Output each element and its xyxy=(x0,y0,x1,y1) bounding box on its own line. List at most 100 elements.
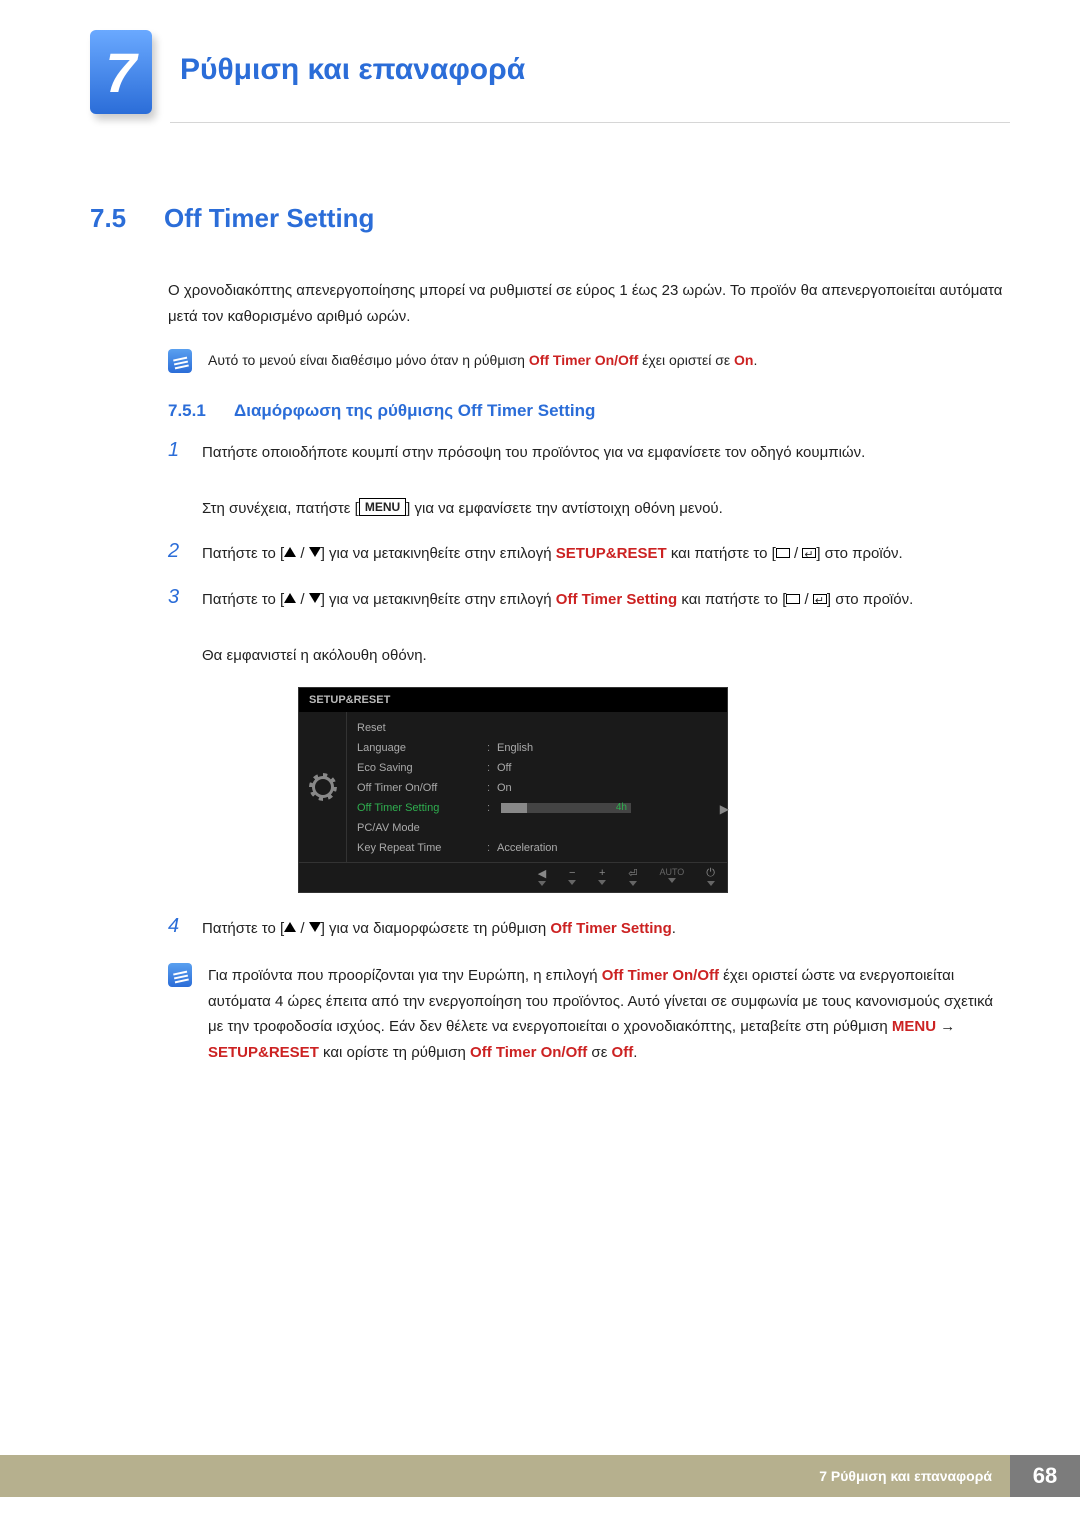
page-header: 7 Ρύθμιση και επαναφορά xyxy=(90,30,1010,118)
footer-page-number: 68 xyxy=(1010,1455,1080,1497)
menu-button-icon: MENU xyxy=(359,498,406,516)
up-icon xyxy=(284,547,296,557)
step-2-kw: SETUP&RESET xyxy=(556,545,667,562)
step-1-body: Πατήστε οποιοδήποτε κουμπί στην πρόσοψη … xyxy=(202,439,865,522)
osd-footer-plus-icon: + xyxy=(598,867,606,886)
osd-language-value: English xyxy=(497,742,533,754)
steps-list-2: 4 Πατήστε το [ / ] για να διαμορφώσετε τ… xyxy=(168,915,1010,943)
osd-language-label: Language xyxy=(357,742,487,754)
step-2-body: Πατήστε το [ / ] για να μετακινηθείτε στ… xyxy=(202,540,903,568)
step-3-body: Πατήστε το [ / ] για να μετακινηθείτε στ… xyxy=(202,586,913,669)
note1-kw2: On xyxy=(734,352,753,368)
step-1-num: 1 xyxy=(168,439,186,522)
steps-list: 1 Πατήστε οποιοδήποτε κουμπί στην πρόσοψ… xyxy=(168,439,1010,669)
note1-post: . xyxy=(753,352,757,368)
note2-kw4: Off Timer On/Off xyxy=(470,1044,587,1061)
subsection-heading: 7.5.1 Διαμόρφωση της ρύθμισης Off Timer … xyxy=(168,401,1010,421)
enter-icon xyxy=(802,548,816,558)
step-2-a: Πατήστε το [ xyxy=(202,545,284,562)
osd-row-language: Language:English xyxy=(357,738,717,758)
step-3-kw: Off Timer Setting xyxy=(556,591,677,608)
osd-side-icon xyxy=(299,712,347,862)
osd-row-onoff: Off Timer On/Off:On xyxy=(357,778,717,798)
osd-footer-auto: AUTO xyxy=(659,867,684,886)
header-divider xyxy=(170,122,1010,123)
step-3: 3 Πατήστε το [ / ] για να μετακινηθείτε … xyxy=(168,586,1010,669)
up-icon xyxy=(284,593,296,603)
step-3-num: 3 xyxy=(168,586,186,669)
note2-t4: σε xyxy=(587,1044,611,1061)
step-2-b: ] για να μετακινηθείτε στην επιλογή xyxy=(321,545,556,562)
osd-eco-label: Eco Saving xyxy=(357,762,487,774)
step-1-p2a: Στη συνέχεια, πατήστε [ xyxy=(202,500,359,517)
step-4-b: ] για να διαμορφώσετε τη ρύθμιση xyxy=(321,920,551,937)
step-4-a: Πατήστε το [ xyxy=(202,920,284,937)
up-icon xyxy=(284,922,296,932)
step-3-c: και πατήστε το [ xyxy=(677,591,786,608)
step-2: 2 Πατήστε το [ / ] για να μετακινηθείτε … xyxy=(168,540,1010,568)
osd-slider: 4h xyxy=(501,803,631,813)
osd-row-reset: Reset xyxy=(357,718,717,738)
note2-t5: . xyxy=(633,1044,637,1061)
note-2: Για προϊόντα που προορίζονται για την Ευ… xyxy=(168,963,1010,1065)
step-3-a: Πατήστε το [ xyxy=(202,591,284,608)
osd-menu-list: Reset Language:English Eco Saving:Off Of… xyxy=(347,712,727,862)
note-icon xyxy=(168,963,192,987)
osd-title: SETUP&RESET xyxy=(299,688,727,712)
osd-row-pcav: PC/AV Mode xyxy=(357,818,717,838)
osd-repeat-value: Acceleration xyxy=(497,842,558,854)
note1-mid: έχει οριστεί σε xyxy=(638,352,734,368)
osd-setting-value: 4h xyxy=(616,802,627,813)
osd-onoff-value: On xyxy=(497,782,512,794)
section-title: Off Timer Setting xyxy=(164,203,374,234)
step-4: 4 Πατήστε το [ / ] για να διαμορφώσετε τ… xyxy=(168,915,1010,943)
note-icon xyxy=(168,349,192,373)
step-4-c: . xyxy=(672,920,676,937)
osd-footer: ◀ − + ⏎ AUTO ⏻ xyxy=(299,862,727,892)
step-3-d: ] στο προϊόν. xyxy=(827,591,913,608)
note-1: Αυτό το μενού είναι διαθέσιμο μόνο όταν … xyxy=(168,349,1010,373)
step-3-e: Θα εμφανιστεί η ακόλουθη οθόνη. xyxy=(202,647,427,664)
osd-arrow-right-icon: ▶ xyxy=(720,802,729,816)
down-icon xyxy=(309,547,321,557)
osd-row-repeat: Key Repeat Time:Acceleration xyxy=(357,838,717,858)
step-1: 1 Πατήστε οποιοδήποτε κουμπί στην πρόσοψ… xyxy=(168,439,1010,522)
chapter-badge: 7 xyxy=(90,30,162,118)
note2-t3: και ορίστε τη ρύθμιση xyxy=(319,1044,470,1061)
gear-icon xyxy=(312,776,334,798)
step-4-body: Πατήστε το [ / ] για να διαμορφώσετε τη … xyxy=(202,915,676,943)
note1-kw1: Off Timer On/Off xyxy=(529,352,638,368)
section-number: 7.5 xyxy=(90,203,148,234)
note-2-text: Για προϊόντα που προορίζονται για την Ευ… xyxy=(208,963,1010,1065)
osd-footer-minus-icon: − xyxy=(568,867,576,886)
subsection-number: 7.5.1 xyxy=(168,401,220,421)
note1-pre: Αυτό το μενού είναι διαθέσιμο μόνο όταν … xyxy=(208,352,529,368)
note2-t1: Για προϊόντα που προορίζονται για την Ευ… xyxy=(208,967,602,984)
osd-eco-value: Off xyxy=(497,762,511,774)
osd-footer-auto-label: AUTO xyxy=(659,867,684,877)
source-icon xyxy=(776,548,790,558)
osd-footer-left-icon: ◀ xyxy=(538,867,546,886)
step-2-d: ] στο προϊόν. xyxy=(816,545,902,562)
page-footer: 7 Ρύθμιση και επαναφορά 68 xyxy=(0,1455,1080,1497)
note2-kw3: SETUP&RESET xyxy=(208,1044,319,1061)
osd-row-eco: Eco Saving:Off xyxy=(357,758,717,778)
osd-footer-power-icon: ⏻ xyxy=(706,867,715,886)
osd-setting-label: Off Timer Setting xyxy=(357,802,487,814)
osd-onoff-label: Off Timer On/Off xyxy=(357,782,487,794)
osd-reset-label: Reset xyxy=(357,722,487,734)
step-2-num: 2 xyxy=(168,540,186,568)
note2-kw5: Off xyxy=(612,1044,634,1061)
step-2-c: και πατήστε το [ xyxy=(667,545,776,562)
step-4-kw: Off Timer Setting xyxy=(550,920,671,937)
note2-kw1: Off Timer On/Off xyxy=(602,967,719,984)
osd-screenshot: SETUP&RESET Reset Language:English Eco S… xyxy=(298,687,1010,893)
subsection-title: Διαμόρφωση της ρύθμισης Off Timer Settin… xyxy=(234,401,595,421)
step-4-num: 4 xyxy=(168,915,186,943)
intro-paragraph: Ο χρονοδιακόπτης απενεργοποίησης μπορεί … xyxy=(168,278,1010,329)
osd-pcav-label: PC/AV Mode xyxy=(357,822,487,834)
note2-kw2: MENU xyxy=(892,1018,936,1035)
footer-text: 7 Ρύθμιση και επαναφορά xyxy=(801,1455,1010,1497)
osd-repeat-label: Key Repeat Time xyxy=(357,842,487,854)
chapter-title: Ρύθμιση και επαναφορά xyxy=(180,53,525,87)
